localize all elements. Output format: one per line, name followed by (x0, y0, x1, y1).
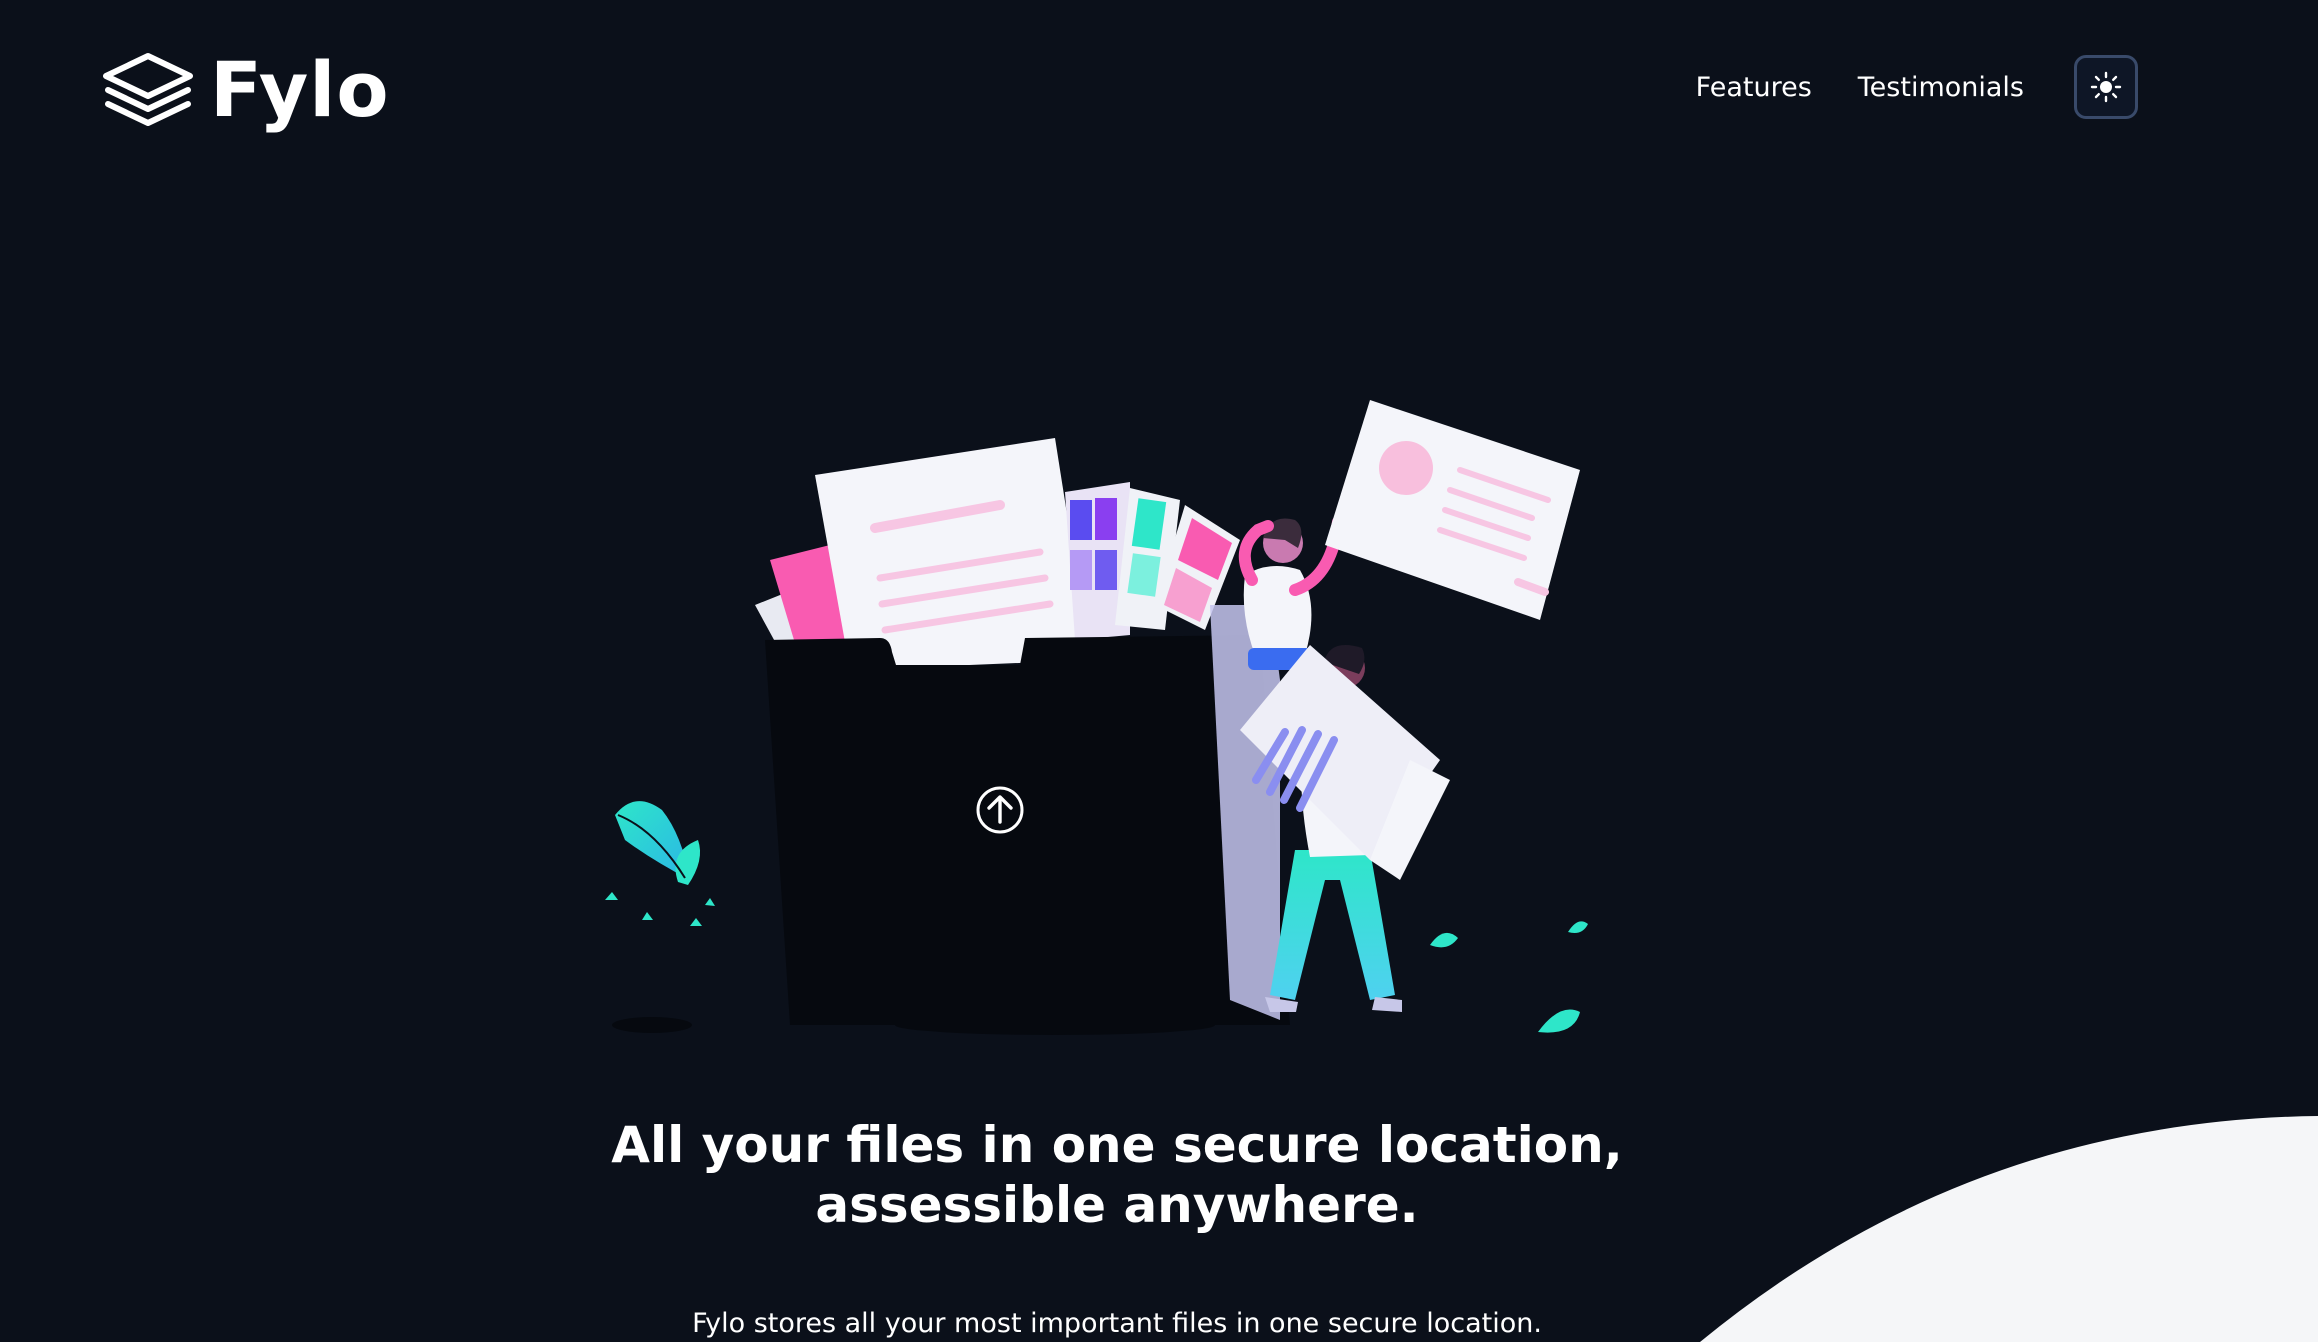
hero-title-line-2: assessible anywhere. (815, 1176, 1419, 1234)
layers-icon (103, 53, 193, 126)
hero-title-line-1: All your files in one secure location, (611, 1116, 1623, 1174)
logo-text: Fylo (210, 45, 390, 134)
leaf-small (1568, 921, 1588, 933)
leaf-small (1430, 932, 1458, 948)
plant-left (605, 801, 715, 926)
leaf-medium (1538, 1009, 1580, 1033)
nav-testimonials[interactable]: Testimonials (1858, 72, 2024, 103)
folder-body (765, 605, 1290, 1025)
main-nav: Features Testimonials (1696, 52, 2138, 122)
document-sheet (815, 438, 1090, 670)
profile-card (1325, 400, 1580, 620)
site-header: Fylo Features Testimonials (0, 0, 2318, 180)
person-top (1238, 516, 1344, 670)
hero-illustration (605, 400, 1588, 1035)
sun-icon (2090, 71, 2122, 103)
decorative-curve (1700, 1116, 2318, 1342)
theme-toggle-button[interactable] (2074, 55, 2138, 119)
nav-features[interactable]: Features (1696, 72, 1812, 103)
logo[interactable]: Fylo (100, 40, 390, 140)
